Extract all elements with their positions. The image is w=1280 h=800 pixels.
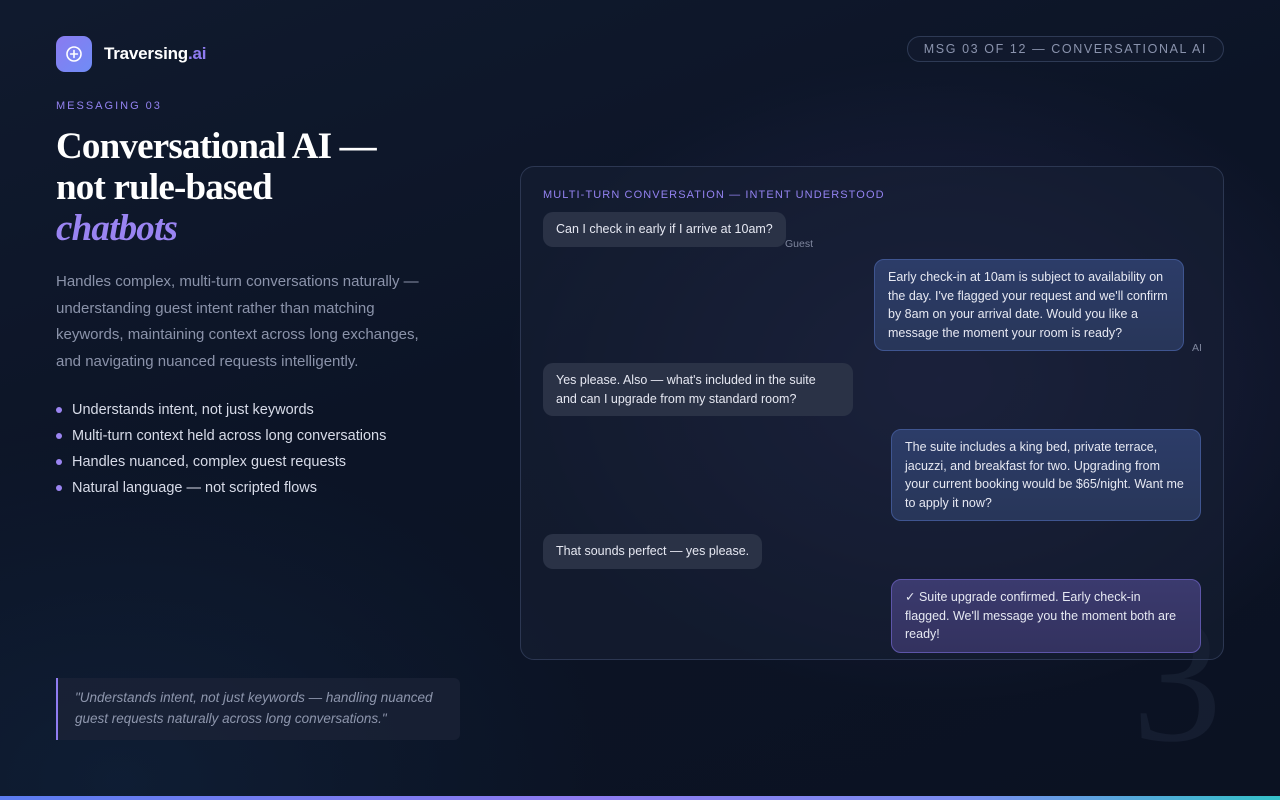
feature-text: Natural language — not scripted flows bbox=[72, 480, 318, 496]
ai-message: Early check-in at 10am is subject to ava… bbox=[874, 259, 1184, 352]
title-accent: chatbots bbox=[56, 208, 178, 249]
brand-name-main: Traversing bbox=[104, 44, 188, 63]
brand[interactable]: Traversing.ai bbox=[56, 36, 207, 72]
ai-message: The suite includes a king bed, private t… bbox=[891, 429, 1201, 522]
circle-plus-icon bbox=[56, 36, 92, 72]
slide-counter-badge: MSG 03 OF 12 — CONVERSATIONAL AI bbox=[906, 36, 1224, 62]
lead-paragraph: Handles complex, multi-turn conversation… bbox=[56, 273, 419, 370]
title-line-1: Conversational AI — bbox=[56, 126, 377, 167]
chat-panel-label: MULTI-TURN CONVERSATION — INTENT UNDERST… bbox=[543, 189, 885, 201]
bullet-dot-icon bbox=[56, 433, 62, 439]
feature-item: Natural language — not scripted flows bbox=[56, 476, 386, 502]
feature-text: Handles nuanced, complex guest requests bbox=[72, 454, 347, 470]
bullet-dot-icon bbox=[56, 459, 62, 465]
feature-list: Understands intent, not just keywords Mu… bbox=[56, 398, 386, 502]
brand-name: Traversing.ai bbox=[104, 44, 207, 64]
chat-panel: MULTI-TURN CONVERSATION — INTENT UNDERST… bbox=[520, 166, 1224, 660]
title-line-2: not rule-based bbox=[56, 167, 273, 208]
feature-text: Multi-turn context held across long conv… bbox=[72, 428, 387, 444]
feature-item: Handles nuanced, complex guest requests bbox=[56, 450, 386, 476]
bottom-accent-bar bbox=[0, 796, 1280, 800]
feature-item: Understands intent, not just keywords bbox=[56, 398, 386, 424]
feature-text: Understands intent, not just keywords bbox=[72, 402, 314, 418]
bullet-dot-icon bbox=[56, 485, 62, 491]
section-eyebrow: MESSAGING 03 bbox=[56, 100, 162, 112]
guest-message: Yes please. Also — what's included in th… bbox=[543, 363, 853, 417]
guest-message: Can I check in early if I arrive at 10am… bbox=[543, 212, 786, 247]
brand-name-tld: .ai bbox=[188, 44, 207, 63]
guest-message: That sounds perfect — yes please. bbox=[543, 534, 763, 569]
feature-item: Multi-turn context held across long conv… bbox=[56, 424, 386, 450]
message-sender-tag: Guest bbox=[785, 238, 814, 250]
pull-quote: "Understands intent, not just keywords —… bbox=[56, 678, 460, 740]
ai-confirmation-message: ✓ Suite upgrade confirmed. Early check-i… bbox=[891, 579, 1201, 653]
page-title: Conversational AI — not rule-based chatb… bbox=[56, 126, 486, 249]
message-sender-tag: AI bbox=[1192, 342, 1202, 354]
bullet-dot-icon bbox=[56, 407, 62, 413]
